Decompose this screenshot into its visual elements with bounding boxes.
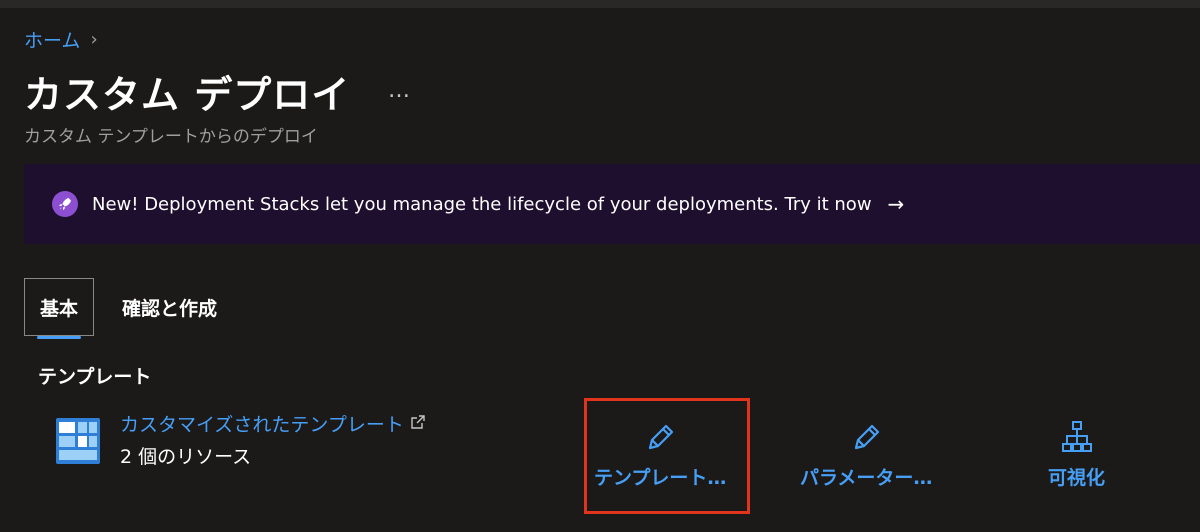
pencil-icon (642, 420, 678, 463)
tab-review-create[interactable]: 確認と作成 (122, 294, 217, 321)
more-options-button[interactable]: … (388, 78, 411, 103)
hierarchy-icon (1059, 420, 1095, 463)
arrow-right-icon: → (887, 192, 905, 216)
customized-template-label: カスタマイズされたテンプレート (120, 414, 404, 436)
customized-template-link[interactable]: カスタマイズされたテンプレート (120, 410, 426, 437)
page-title: カスタム デプロイ (24, 73, 351, 117)
banner-text: New! Deployment Stacks let you manage th… (92, 193, 872, 215)
edit-template-button[interactable]: テンプレート… (594, 420, 726, 490)
edit-parameters-label: パラメーター… (800, 467, 933, 489)
external-link-icon (410, 413, 426, 435)
rocket-icon (52, 191, 78, 217)
top-bar (0, 0, 1200, 8)
resource-count: 2 個のリソース (120, 446, 252, 468)
tab-list: 基本 確認と作成 (24, 278, 217, 339)
chevron-right-icon: › (90, 29, 98, 50)
template-icon (56, 418, 100, 464)
template-section-title: テンプレート (38, 366, 152, 388)
breadcrumb-home-link[interactable]: ホーム (24, 26, 80, 53)
breadcrumb: ホーム › (24, 26, 98, 53)
page-subtitle: カスタム テンプレートからのデプロイ (24, 127, 318, 147)
deployment-stacks-banner[interactable]: New! Deployment Stacks let you manage th… (24, 164, 1200, 244)
edit-template-label: テンプレート… (594, 467, 727, 489)
edit-parameters-button[interactable]: パラメーター… (800, 420, 932, 490)
tab-review-create-label: 確認と作成 (122, 297, 218, 320)
visualize-button[interactable]: 可視化 (1048, 420, 1105, 490)
tab-basics[interactable]: 基本 (24, 278, 94, 339)
tab-basics-label: 基本 (39, 297, 78, 320)
pencil-icon (848, 420, 884, 463)
visualize-label: 可視化 (1048, 467, 1106, 489)
